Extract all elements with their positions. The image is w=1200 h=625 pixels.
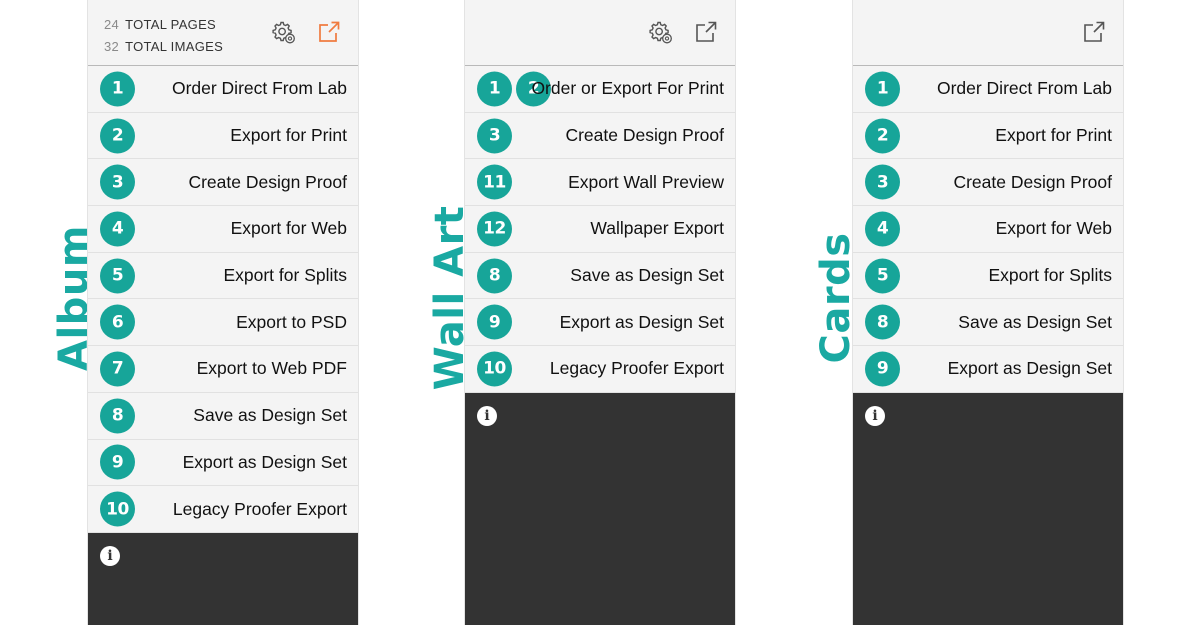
- menu-item-label: Create Design Proof: [565, 125, 724, 146]
- stat-total-images: 32 TOTAL IMAGES: [104, 39, 224, 54]
- step-badge: 1: [100, 71, 135, 107]
- menu-item-export-for-web[interactable]: 4 Export for Web: [88, 206, 358, 253]
- cards-panel-header: [853, 0, 1123, 66]
- step-badge: 11: [477, 164, 512, 200]
- menu-item-label: Wallpaper Export: [590, 218, 724, 239]
- menu-item-create-design-proof[interactable]: 3 Create Design Proof: [465, 112, 735, 160]
- menu-item-legacy-proofer-export[interactable]: 10 Legacy Proofer Export: [465, 346, 735, 393]
- menu-item-export-as-design-set[interactable]: 9 Export as Design Set: [853, 346, 1123, 393]
- step-badge: 1: [477, 71, 512, 107]
- menu-item-export-to-web-pdf[interactable]: 7 Export to Web PDF: [88, 346, 358, 393]
- menu-item-create-design-proof[interactable]: 3 Create Design Proof: [88, 159, 358, 207]
- step-badge: 2: [100, 118, 135, 154]
- menu-item-label: Save as Design Set: [193, 405, 347, 426]
- step-badge: 12: [477, 211, 512, 247]
- menu-item-label: Export for Print: [995, 125, 1112, 146]
- menu-item-label: Export as Design Set: [559, 311, 724, 332]
- cards-panel: 1 Order Direct From Lab 2 Export for Print…: [852, 0, 1124, 625]
- export-icon[interactable]: [316, 19, 342, 45]
- menu-item-label: Export for Splits: [223, 265, 347, 286]
- step-badge: 1: [865, 71, 900, 107]
- step-badge: 9: [477, 304, 512, 340]
- stat-total-pages: 24 TOTAL PAGES: [104, 17, 217, 32]
- menu-item-label: Export Wall Preview: [568, 171, 724, 192]
- menu-item-label: Export for Web: [995, 218, 1112, 239]
- menu-item-wallpaper-export[interactable]: 12 Wallpaper Export: [465, 206, 735, 253]
- step-badge: 5: [100, 258, 135, 294]
- wall-art-panel: 1 2 Order or Export For Print 3 Create Desi…: [464, 0, 736, 625]
- menu-item-label: Order or Export For Print: [531, 78, 724, 99]
- step-badge: 3: [100, 164, 135, 200]
- menu-item-label: Export to PSD: [236, 311, 347, 332]
- menu-item-export-as-design-set[interactable]: 9 Export as Design Set: [88, 439, 358, 487]
- step-badge: 7: [100, 351, 135, 387]
- album-panel-header: 24 TOTAL PAGES 32 TOTAL IMAGES: [88, 0, 358, 66]
- step-badge: 9: [100, 444, 135, 480]
- wall-art-panel-header: [465, 0, 735, 66]
- menu-item-label: Legacy Proofer Export: [172, 498, 347, 519]
- gear-icon[interactable]: [271, 19, 297, 45]
- step-badge: 9: [865, 351, 900, 387]
- menu-item-label: Create Design Proof: [188, 171, 347, 192]
- wall-art-info-area: i: [465, 393, 735, 625]
- menu-item-label: Legacy Proofer Export: [549, 358, 724, 379]
- menu-item-order-direct-from-lab[interactable]: 1 Order Direct From Lab: [88, 66, 358, 113]
- step-badge: 2: [865, 118, 900, 154]
- menu-item-export-for-splits[interactable]: 5 Export for Splits: [853, 252, 1123, 300]
- menu-item-label: Order Direct From Lab: [171, 78, 347, 99]
- album-panel: 24 TOTAL PAGES 32 TOTAL IMAGES 1 Order Dire…: [87, 0, 359, 625]
- info-icon[interactable]: i: [865, 406, 885, 426]
- step-badge: 8: [865, 304, 900, 340]
- menu-item-save-as-design-set[interactable]: 8 Save as Design Set: [853, 299, 1123, 347]
- menu-item-label: Export for Web: [230, 218, 347, 239]
- menu-item-export-to-psd[interactable]: 6 Export to PSD: [88, 299, 358, 347]
- step-badge: 8: [477, 258, 512, 294]
- step-badge: 3: [865, 164, 900, 200]
- menu-item-label: Export to Web PDF: [196, 358, 347, 379]
- album-info-area: i: [88, 533, 358, 625]
- step-badge: 5: [865, 258, 900, 294]
- menu-item-label: Export as Design Set: [182, 451, 347, 472]
- menu-item-label: Save as Design Set: [958, 311, 1112, 332]
- step-badge: 6: [100, 304, 135, 340]
- menu-item-export-for-web[interactable]: 4 Export for Web: [853, 206, 1123, 253]
- menu-item-order-or-export-for-print[interactable]: 1 2 Order or Export For Print: [465, 66, 735, 113]
- step-badge: 10: [100, 491, 135, 527]
- step-badge: 10: [477, 351, 512, 387]
- menu-item-label: Save as Design Set: [570, 265, 724, 286]
- step-badge: 3: [477, 118, 512, 154]
- step-badge: 4: [865, 211, 900, 247]
- info-icon[interactable]: i: [477, 406, 497, 426]
- gear-icon[interactable]: [648, 19, 674, 45]
- export-icon[interactable]: [693, 19, 719, 45]
- menu-item-create-design-proof[interactable]: 3 Create Design Proof: [853, 159, 1123, 207]
- menu-item-export-for-print[interactable]: 2 Export for Print: [88, 112, 358, 160]
- menu-item-save-as-design-set[interactable]: 8 Save as Design Set: [88, 392, 358, 440]
- menu-item-save-as-design-set[interactable]: 8 Save as Design Set: [465, 252, 735, 300]
- export-icon[interactable]: [1081, 19, 1107, 45]
- menu-item-export-wall-preview[interactable]: 11 Export Wall Preview: [465, 159, 735, 207]
- menu-item-label: Export for Splits: [988, 265, 1112, 286]
- menu-item-label: Export for Print: [230, 125, 347, 146]
- menu-item-label: Export as Design Set: [947, 358, 1112, 379]
- menu-item-label: Order Direct From Lab: [936, 78, 1112, 99]
- cards-info-area: i: [853, 393, 1123, 625]
- step-badge: 4: [100, 211, 135, 247]
- step-badge: 8: [100, 398, 135, 434]
- info-icon[interactable]: i: [100, 546, 120, 566]
- menu-item-order-direct-from-lab[interactable]: 1 Order Direct From Lab: [853, 66, 1123, 113]
- menu-item-export-for-print[interactable]: 2 Export for Print: [853, 112, 1123, 160]
- menu-item-export-for-splits[interactable]: 5 Export for Splits: [88, 252, 358, 300]
- album-stats: 24 TOTAL PAGES 32 TOTAL IMAGES: [104, 14, 223, 58]
- menu-item-export-as-design-set[interactable]: 9 Export as Design Set: [465, 299, 735, 347]
- menu-item-legacy-proofer-export[interactable]: 10 Legacy Proofer Export: [88, 486, 358, 533]
- menu-item-label: Create Design Proof: [953, 171, 1112, 192]
